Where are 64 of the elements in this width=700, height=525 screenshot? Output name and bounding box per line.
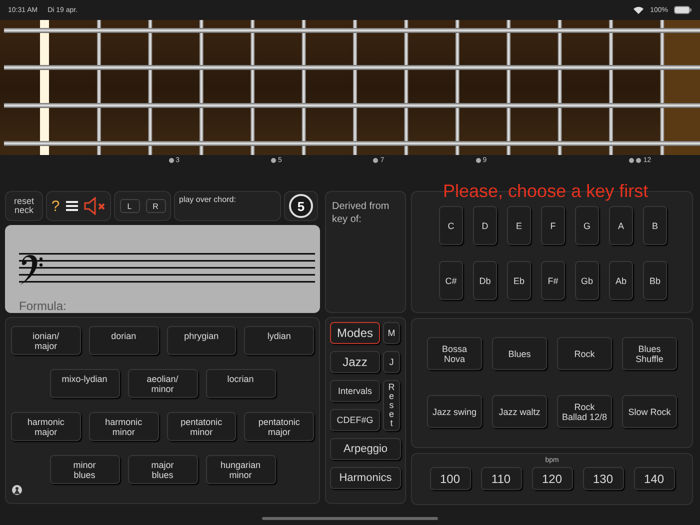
key-button[interactable]: Eb (507, 261, 531, 300)
scale-button[interactable]: pentatonic major (244, 412, 314, 441)
menu-icon[interactable] (66, 200, 78, 212)
tempo-button[interactable]: 130 (582, 467, 624, 490)
speaker-muted-icon[interactable] (84, 197, 106, 215)
scale-button[interactable]: locrian (206, 369, 276, 398)
tempo-button[interactable]: 100 (430, 467, 470, 490)
key-button[interactable]: Db (473, 261, 497, 300)
scale-button[interactable]: harmonic minor (88, 412, 158, 441)
key-button[interactable]: D (473, 206, 497, 245)
mode-button[interactable]: Modes (330, 322, 380, 344)
extra-button[interactable]: Harmonics (330, 467, 401, 489)
mode-button[interactable]: J (383, 351, 400, 373)
key-button[interactable]: Gb (575, 261, 599, 300)
chord-field[interactable]: play over chord: (174, 191, 281, 221)
key-button[interactable]: Ab (609, 261, 633, 300)
scale-button[interactable]: ionian/ major (11, 326, 81, 355)
note-button[interactable]: CDEF#G (330, 409, 380, 431)
key-button[interactable]: F (541, 206, 565, 245)
style-button[interactable]: Blues Shuffle (622, 337, 677, 370)
scale-button[interactable]: phrygian (166, 326, 236, 355)
battery-icon (674, 6, 692, 14)
help-button[interactable]: ? (51, 198, 60, 214)
side-button[interactable]: R (146, 199, 166, 213)
scale-button[interactable]: hungarian minor (206, 455, 276, 484)
reset-neck-button[interactable]: reset neck (5, 191, 43, 221)
key-button[interactable]: F# (541, 261, 565, 300)
key-button[interactable]: E (507, 206, 531, 245)
key-button[interactable]: C (439, 206, 463, 245)
style-button[interactable]: Rock (557, 337, 612, 370)
scale-button[interactable]: harmonic major (11, 412, 81, 441)
key-button[interactable]: C# (439, 261, 463, 300)
tempo-button[interactable]: 140 (634, 467, 674, 490)
scale-button[interactable]: mixo-lydian (50, 369, 120, 398)
style-button[interactable]: Blues (492, 337, 547, 370)
style-button[interactable]: Slow Rock (622, 395, 677, 428)
key-prompt: Please, choose a key first (443, 181, 648, 202)
tempo-button[interactable]: 120 (532, 467, 572, 490)
extra-button[interactable]: Arpeggio (330, 438, 401, 460)
scale-button[interactable]: minor blues (50, 455, 120, 484)
scale-button[interactable]: aeolian/ minor (128, 369, 198, 398)
style-button[interactable]: Rock Ballad 12/8 (557, 395, 612, 428)
key-button[interactable]: Bb (643, 261, 667, 300)
formula-label: Formula: (19, 299, 68, 313)
side-button[interactable]: L (120, 199, 140, 213)
derived-label: Derived from key of: (332, 201, 390, 225)
key-button[interactable]: B (643, 206, 667, 245)
scale-button[interactable]: pentatonic minor (166, 412, 236, 441)
note-button[interactable]: Intervals (330, 380, 380, 402)
scale-button[interactable]: major blues (128, 455, 198, 484)
style-button[interactable]: Bossa Nova (427, 337, 482, 370)
wifi-icon (633, 6, 644, 14)
style-button[interactable]: Jazz swing (427, 395, 482, 428)
tempo-button[interactable]: 110 (480, 467, 522, 490)
scale-button[interactable]: dorian (88, 326, 158, 355)
style-button[interactable]: Jazz waltz (492, 395, 547, 428)
fretboard-drawing[interactable] (0, 20, 700, 155)
reset-button[interactable]: Reset (383, 380, 400, 431)
position-button[interactable]: 5 (289, 194, 313, 218)
scale-button[interactable]: lydian (244, 326, 314, 355)
key-button[interactable]: G (575, 206, 599, 245)
key-button[interactable]: A (609, 206, 633, 245)
mode-button[interactable]: Jazz (330, 351, 380, 373)
mode-button[interactable]: M (383, 322, 400, 344)
